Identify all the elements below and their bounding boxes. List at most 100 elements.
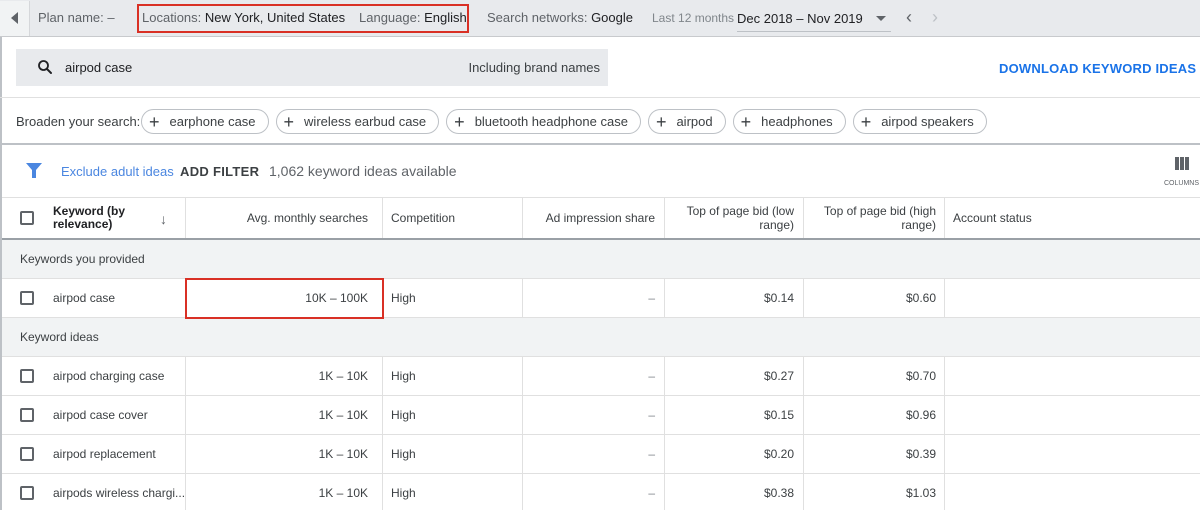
bid-low-cell: $0.15 [665,396,804,434]
account-status-cell [945,474,1200,510]
row-checkbox[interactable] [20,408,34,422]
chip-label: airpod speakers [881,114,974,129]
header-bid-high[interactable]: Top of page bid (high range) [804,198,945,238]
highlight-annotation-locations-language [137,4,469,33]
chip-label: bluetooth headphone case [474,114,628,129]
header-account-status[interactable]: Account status [945,198,1200,238]
plan-name-label: Plan name: [38,10,104,25]
avg-searches-cell: 1K – 10K [186,435,383,473]
row-checkbox[interactable] [20,291,34,305]
bid-high-cell: $0.39 [804,435,945,473]
keyword-text: airpod charging case [53,369,165,383]
keyword-cell: airpod case [2,279,186,317]
keyword-text: airpod case [53,291,116,305]
search-networks-value: Google [591,10,633,25]
dropdown-arrow-icon [876,16,886,21]
table-row: airpod case 10K – 100K High – $0.14 $0.6… [2,279,1200,318]
broaden-chip[interactable]: + bluetooth headphone case [446,109,641,134]
keyword-ideas-table: Keyword (by relevance) ↓ Avg. monthly se… [2,197,1200,510]
competition-cell: High [383,357,523,395]
search-networks-label: Search networks: [487,10,588,25]
competition-cell: High [383,279,523,317]
chip-label: wireless earbud case [304,114,427,129]
keyword-cell: airpod replacement [2,435,186,473]
highlight-annotation-avg-searches [185,278,384,319]
impression-share-cell: – [523,435,665,473]
arrow-down-sort-icon[interactable]: ↓ [160,211,167,227]
download-keyword-ideas-button[interactable]: DOWNLOAD KEYWORD IDEAS [999,61,1196,76]
divider [0,143,1200,145]
avg-searches-cell: 1K – 10K [186,396,383,434]
avg-searches-cell: 1K – 10K [186,474,383,510]
keyword-search-box[interactable]: airpod case Including brand names [16,49,608,86]
header-keyword-label: Keyword (by relevance) [53,204,126,231]
table-header-row: Keyword (by relevance) ↓ Avg. monthly se… [2,197,1200,240]
keyword-cell: airpods wireless chargi... [2,474,186,510]
chip-label: airpod [676,114,713,129]
bid-high-cell: $0.60 [804,279,945,317]
collapse-panel-button[interactable] [0,0,30,36]
bid-low-cell: $0.38 [665,474,804,510]
period-label: Last 12 months [652,11,735,25]
competition-cell: High [383,396,523,434]
broaden-chip[interactable]: + airpod [647,109,726,134]
header-bid-low[interactable]: Top of page bid (low range) [665,198,804,238]
header-keyword[interactable]: Keyword (by relevance) ↓ [2,198,186,238]
competition-cell: High [383,435,523,473]
chevron-left-icon[interactable]: ‹ [906,8,912,26]
plus-icon: + [740,111,752,132]
search-icon [38,60,52,74]
exclude-adult-ideas-filter[interactable]: Exclude adult ideas [61,164,174,179]
keyword-text: airpod replacement [53,447,156,461]
bid-low-cell: $0.14 [665,279,804,317]
keyword-ideas-count: 1,062 keyword ideas available [269,163,457,179]
header-avg-monthly-searches[interactable]: Avg. monthly searches [186,198,383,238]
broaden-chip[interactable]: + earphone case [141,109,269,134]
broaden-chip[interactable]: + wireless earbud case [275,109,440,134]
divider [0,97,1200,98]
impression-share-cell: – [523,474,665,510]
columns-button-label[interactable]: COLUMNS [1164,180,1199,187]
date-range-select[interactable]: Dec 2018 – Nov 2019 [737,6,891,32]
bid-high-cell: $0.96 [804,396,945,434]
impression-share-cell: – [523,396,665,434]
account-status-cell [945,396,1200,434]
triangle-left-icon [11,12,18,24]
plus-icon: + [860,111,872,132]
filter-icon[interactable] [26,163,42,178]
table-row: airpod replacement 1K – 10K High – $0.20… [2,435,1200,474]
broaden-chip[interactable]: + headphones [732,109,846,134]
header-competition[interactable]: Competition [383,198,523,238]
bid-high-cell: $0.70 [804,357,945,395]
keyword-cell: airpod charging case [2,357,186,395]
avg-searches-cell: 1K – 10K [186,357,383,395]
row-checkbox[interactable] [20,486,34,500]
chip-label: earphone case [169,114,256,129]
select-all-checkbox[interactable] [20,211,34,225]
search-networks-setting[interactable]: Search networks: Google [487,10,633,25]
row-checkbox[interactable] [20,447,34,461]
broaden-chip[interactable]: + airpod speakers [852,109,987,134]
header-ad-impression-share[interactable]: Ad impression share [523,198,665,238]
table-row: airpods wireless chargi... 1K – 10K High… [2,474,1200,510]
account-status-cell [945,435,1200,473]
plan-settings-bar: Plan name: – Locations: New York, United… [0,0,1200,37]
group-header-ideas: Keyword ideas [2,318,1200,357]
bid-low-cell: $0.20 [665,435,804,473]
keyword-text: airpods wireless chargi... [53,486,186,500]
search-query[interactable]: airpod case [65,60,132,75]
chevron-right-icon[interactable]: › [932,8,938,26]
impression-share-cell: – [523,357,665,395]
plan-name[interactable]: Plan name: – [38,10,115,25]
add-filter-button[interactable]: ADD FILTER [180,164,259,179]
bid-high-cell: $1.03 [804,474,945,510]
brand-names-option[interactable]: Including brand names [468,60,600,75]
table-row: airpod case cover 1K – 10K High – $0.15 … [2,396,1200,435]
columns-icon[interactable] [1175,157,1189,170]
impression-share-cell: – [523,279,665,317]
group-header-provided: Keywords you provided [2,240,1200,279]
broaden-chips: + earphone case + wireless earbud case + bl… [141,109,987,134]
plus-icon: + [149,111,160,132]
table-row: airpod charging case 1K – 10K High – $0.… [2,357,1200,396]
row-checkbox[interactable] [20,369,34,383]
